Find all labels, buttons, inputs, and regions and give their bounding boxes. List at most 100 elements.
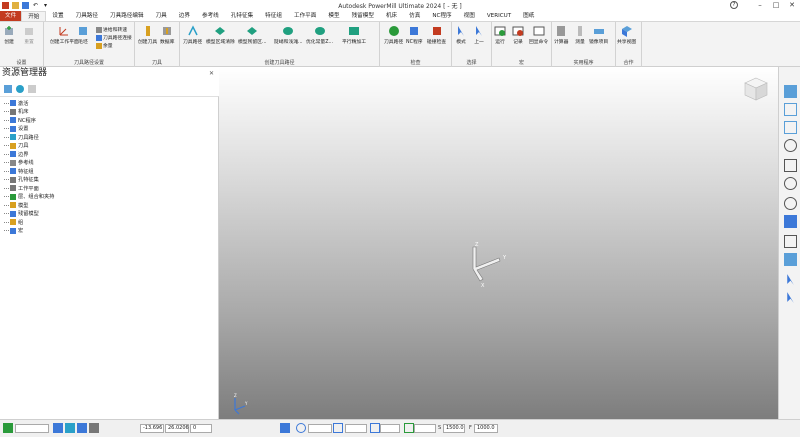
- tree-item[interactable]: 层、组合和夹持: [4, 193, 54, 202]
- graphics-viewport[interactable]: Z Y X Z Y: [219, 67, 778, 419]
- feed-icon[interactable]: [404, 423, 414, 433]
- zoom-in-icon[interactable]: [784, 177, 797, 190]
- flat-finish-button[interactable]: 平行精加工: [342, 25, 366, 45]
- tool-dir-icon[interactable]: [65, 423, 75, 433]
- toolpath-check-button[interactable]: 刀具路径: [384, 25, 403, 45]
- solid-icon[interactable]: [784, 253, 797, 266]
- tree-item[interactable]: 宏: [4, 227, 23, 236]
- minimize-icon[interactable]: –: [752, 0, 768, 11]
- view-cube[interactable]: [742, 75, 770, 103]
- tree-item[interactable]: NC程序: [4, 116, 36, 125]
- tab-6[interactable]: 边界: [173, 11, 196, 21]
- tree-item[interactable]: 组: [4, 218, 23, 227]
- tab-2[interactable]: 设置: [46, 11, 69, 21]
- share-view-button[interactable]: 共享视图: [617, 25, 636, 45]
- tree-item[interactable]: 边界: [4, 150, 28, 159]
- tree-item[interactable]: 刀具路径: [4, 133, 39, 142]
- help-icon[interactable]: ?: [730, 1, 738, 9]
- open-icon[interactable]: [12, 2, 19, 9]
- model-area-clear-button[interactable]: 模型区域清除: [206, 25, 235, 45]
- angle-icon[interactable]: [333, 423, 343, 433]
- tree-item[interactable]: 工作平面: [4, 184, 39, 193]
- close-icon[interactable]: ✕: [209, 70, 214, 77]
- coord-x-field[interactable]: -13.696: [140, 424, 164, 433]
- database-button[interactable]: 数据库: [160, 25, 174, 45]
- tab-13[interactable]: 机床: [380, 11, 403, 21]
- calculator-button[interactable]: 计算器: [554, 25, 568, 45]
- run-button[interactable]: 运行: [494, 25, 506, 45]
- cursor-alt-icon[interactable]: [784, 291, 797, 304]
- coord-y-field[interactable]: 26.0206: [165, 424, 189, 433]
- tab-18[interactable]: 图纸: [517, 11, 540, 21]
- tab-14[interactable]: 仿真: [403, 11, 426, 21]
- view-front-icon[interactable]: [784, 121, 797, 134]
- tree-item[interactable]: 模型: [4, 201, 28, 210]
- tool-state-icon[interactable]: [280, 423, 290, 433]
- angle-field[interactable]: [345, 424, 367, 433]
- tab-10[interactable]: 工作平面: [288, 11, 322, 21]
- spindle-speed-field[interactable]: 1500.0: [443, 424, 465, 433]
- diameter-field[interactable]: [380, 424, 400, 433]
- tab-11[interactable]: 模型: [322, 11, 345, 21]
- toolpath-button[interactable]: 刀具路径: [183, 25, 202, 45]
- tab-1[interactable]: 开始: [21, 11, 47, 21]
- tree-item[interactable]: 孔特征集: [4, 176, 39, 185]
- tree-item[interactable]: 残留模型: [4, 210, 39, 219]
- optimized-constant-z-button[interactable]: 优化常量Z...: [306, 25, 333, 45]
- nc-program-button[interactable]: NC程序: [406, 25, 423, 45]
- tool-status-icon[interactable]: [53, 423, 63, 433]
- tree-item[interactable]: 激活: [4, 99, 28, 108]
- page-icon[interactable]: [784, 159, 797, 172]
- workplane-select[interactable]: [15, 424, 49, 433]
- collision-check-button[interactable]: 碰撞检查: [427, 25, 446, 45]
- undo-icon[interactable]: ↶: [32, 2, 39, 9]
- blank-button[interactable]: 毛坯: [77, 25, 89, 45]
- qat-dropdown-icon[interactable]: ▾: [42, 2, 49, 9]
- grid-icon[interactable]: [77, 423, 87, 433]
- reset-button[interactable]: 重置: [23, 25, 35, 45]
- diameter-icon[interactable]: [370, 423, 380, 433]
- tab-12[interactable]: 残留模型: [346, 11, 380, 21]
- tab-5[interactable]: 刀具: [150, 11, 173, 21]
- shaded-icon[interactable]: [784, 215, 797, 228]
- globe-icon[interactable]: [16, 84, 24, 93]
- cursor-icon[interactable]: [784, 273, 797, 286]
- feed-field[interactable]: [414, 424, 436, 433]
- model-rest-clear-button[interactable]: 模型残留区...: [238, 25, 267, 45]
- save-icon[interactable]: [22, 2, 29, 9]
- zoom-icon[interactable]: [784, 139, 797, 152]
- coord-z-field[interactable]: 0: [190, 424, 212, 433]
- tab-9[interactable]: 特征组: [259, 11, 288, 21]
- measure-button[interactable]: 测量: [574, 25, 586, 45]
- tree-item[interactable]: 特征组: [4, 167, 34, 176]
- echo-command-button[interactable]: 回显命令: [529, 25, 548, 45]
- clipboard-icon[interactable]: [28, 84, 36, 93]
- zoom-out-icon[interactable]: [784, 197, 797, 210]
- previous-button[interactable]: 上一: [473, 25, 485, 45]
- tolerance-field[interactable]: [308, 424, 332, 433]
- steep-shallow-button[interactable]: 陡峭和浅滩...: [274, 25, 303, 45]
- maximize-icon[interactable]: □: [768, 0, 784, 11]
- tab-8[interactable]: 孔特征集: [225, 11, 259, 21]
- tab-7[interactable]: 参考线: [196, 11, 225, 21]
- feed-rate-field[interactable]: 1000.0: [474, 424, 498, 433]
- tab-15[interactable]: NC程序: [426, 11, 457, 21]
- tab-3[interactable]: 刀具路径: [70, 11, 104, 21]
- tab-4[interactable]: 刀具路径编辑: [104, 11, 150, 21]
- workplane-status-icon[interactable]: [3, 423, 13, 433]
- tree-item[interactable]: 刀具: [4, 142, 28, 151]
- settings-icon[interactable]: [89, 423, 99, 433]
- tree-item[interactable]: 机床: [4, 108, 28, 117]
- view-iso-icon[interactable]: [784, 103, 797, 116]
- tab-0[interactable]: 文件: [0, 11, 22, 21]
- tree-item[interactable]: 参考线: [4, 159, 34, 168]
- mode-button[interactable]: 模式: [455, 25, 467, 45]
- mirror-project-button[interactable]: 镜像项目: [589, 25, 608, 45]
- toolpath-links-button[interactable]: 刀具路径连接: [96, 34, 132, 41]
- feed-rate-button[interactable]: 进给和转速: [96, 26, 127, 33]
- close-icon[interactable]: ✕: [784, 0, 800, 11]
- explorer-view-icon[interactable]: [4, 84, 12, 93]
- allowance-button[interactable]: 余量: [96, 42, 113, 49]
- target-icon[interactable]: [296, 423, 306, 433]
- tree-item[interactable]: 设置: [4, 125, 28, 134]
